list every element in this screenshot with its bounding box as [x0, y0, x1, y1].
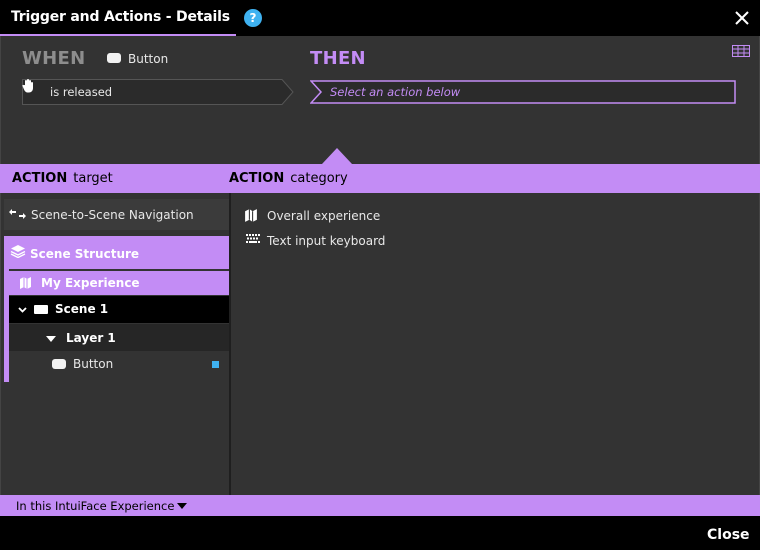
scene-icon [34, 305, 48, 314]
selected-indicator-icon [212, 361, 219, 368]
tree-item-layer[interactable]: Layer 1 [9, 324, 229, 351]
button-icon [107, 53, 121, 63]
trigger-event-field[interactable]: is released [22, 79, 294, 105]
trigger-action-area: WHEN Button is released THEN Select an a… [0, 36, 760, 164]
navigation-arrows-icon [9, 209, 26, 219]
keyboard-icon [246, 234, 260, 243]
action-placeholder: Select an action below [330, 85, 461, 99]
title-bar: Trigger and Actions - Details ? [0, 0, 760, 36]
action-category-header: ACTION category [229, 171, 348, 186]
title-tab: Trigger and Actions - Details [0, 0, 236, 36]
then-label: THEN [310, 48, 366, 69]
table-icon[interactable] [732, 45, 750, 57]
footer-bar: Close [0, 516, 760, 550]
window-title: Trigger and Actions - Details [11, 9, 230, 25]
map-icon [245, 209, 257, 222]
layer-label: Layer 1 [66, 331, 116, 345]
category-item-keyboard[interactable]: Text input keyboard [245, 231, 545, 251]
action-target-header: ACTION target [12, 171, 113, 186]
category-label: Text input keyboard [267, 234, 386, 248]
scene-navigation-item[interactable]: Scene-to-Scene Navigation [4, 199, 229, 230]
category-label: Overall experience [267, 209, 381, 223]
close-button[interactable]: Close [707, 527, 750, 543]
chevron-down-icon[interactable] [18, 307, 27, 313]
action-category-panel: Overall experience Text input keyboard [231, 193, 760, 495]
scene-navigation-label: Scene-to-Scene Navigation [31, 208, 194, 222]
trigger-event-label: is released [50, 85, 113, 99]
hand-icon [22, 79, 33, 93]
section-pointer [322, 148, 352, 164]
scene-label: Scene 1 [55, 302, 109, 316]
category-item-overall[interactable]: Overall experience [245, 206, 545, 226]
action-target-panel: Scene-to-Scene Navigation Scene Structur… [0, 193, 231, 495]
help-icon[interactable]: ? [244, 9, 262, 27]
scene-tree: My Experience Scene 1 Layer 1 Button [9, 269, 229, 382]
experience-label: My Experience [41, 276, 140, 290]
when-label: WHEN [22, 48, 86, 69]
action-select-field[interactable]: Select an action below [310, 80, 736, 104]
map-icon [20, 277, 31, 289]
scene-structure-section: Scene Structure My Experience Scene 1 La… [4, 236, 229, 382]
expand-triangle-icon[interactable] [46, 336, 56, 342]
scope-selector[interactable]: In this IntuiFace Experience [0, 495, 760, 516]
scope-label: In this IntuiFace Experience [16, 499, 175, 513]
button-icon [52, 359, 66, 369]
action-header-bar: ACTION target ACTION category [0, 164, 760, 193]
tree-item-button[interactable]: Button [9, 352, 229, 378]
caret-down-icon[interactable] [177, 503, 187, 509]
tree-item-experience[interactable]: My Experience [9, 271, 229, 295]
layers-icon [10, 245, 26, 258]
close-icon[interactable] [733, 9, 751, 27]
scene-structure-item[interactable]: Scene Structure [4, 236, 229, 269]
scene-structure-label: Scene Structure [30, 247, 140, 261]
button-item-label: Button [73, 357, 114, 371]
tree-item-scene[interactable]: Scene 1 [9, 296, 229, 323]
trigger-source-label: Button [128, 52, 169, 66]
